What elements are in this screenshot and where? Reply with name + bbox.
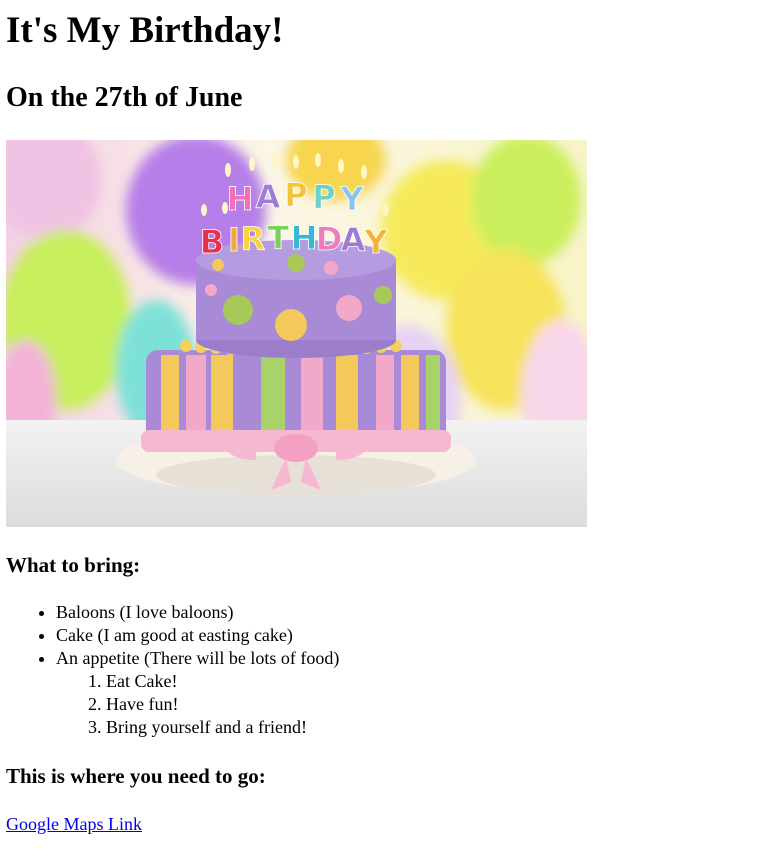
- bring-heading: What to bring:: [6, 553, 141, 577]
- svg-text:H: H: [291, 219, 318, 257]
- list-item: Cake (I am good at easting cake): [56, 624, 339, 647]
- list-item-text: An appetite (There will be lots of food): [56, 648, 340, 668]
- svg-text:P: P: [312, 178, 335, 216]
- svg-text:Y: Y: [363, 223, 388, 261]
- svg-text:P: P: [284, 176, 307, 214]
- todo-list: Eat Cake! Have fun! Bring yourself and a…: [56, 670, 339, 739]
- svg-text:A: A: [341, 221, 366, 259]
- google-maps-link[interactable]: Google Maps Link: [6, 813, 142, 836]
- list-item: Baloons (I love baloons): [56, 601, 339, 624]
- svg-text:I: I: [228, 221, 240, 259]
- list-item: Eat Cake!: [106, 670, 339, 693]
- page-title: It's My Birthday!: [6, 10, 284, 51]
- svg-text:D: D: [316, 220, 343, 258]
- list-item: An appetite (There will be lots of food)…: [56, 647, 339, 739]
- svg-text:A: A: [256, 178, 281, 216]
- list-item: Bring yourself and a friend!: [106, 716, 339, 739]
- bring-list: Baloons (I love baloons) Cake (I am good…: [6, 601, 339, 739]
- svg-text:T: T: [267, 219, 289, 257]
- svg-text:Y: Y: [339, 180, 364, 218]
- svg-text:B: B: [200, 223, 224, 261]
- svg-text:H: H: [227, 180, 254, 218]
- birthday-cake-image: H A P P Y B I R T H D A Y: [6, 140, 587, 527]
- svg-text:R: R: [241, 220, 266, 258]
- page-subtitle: On the 27th of June: [6, 82, 243, 113]
- list-item: Have fun!: [106, 693, 339, 716]
- directions-heading: This is where you need to go:: [6, 764, 266, 788]
